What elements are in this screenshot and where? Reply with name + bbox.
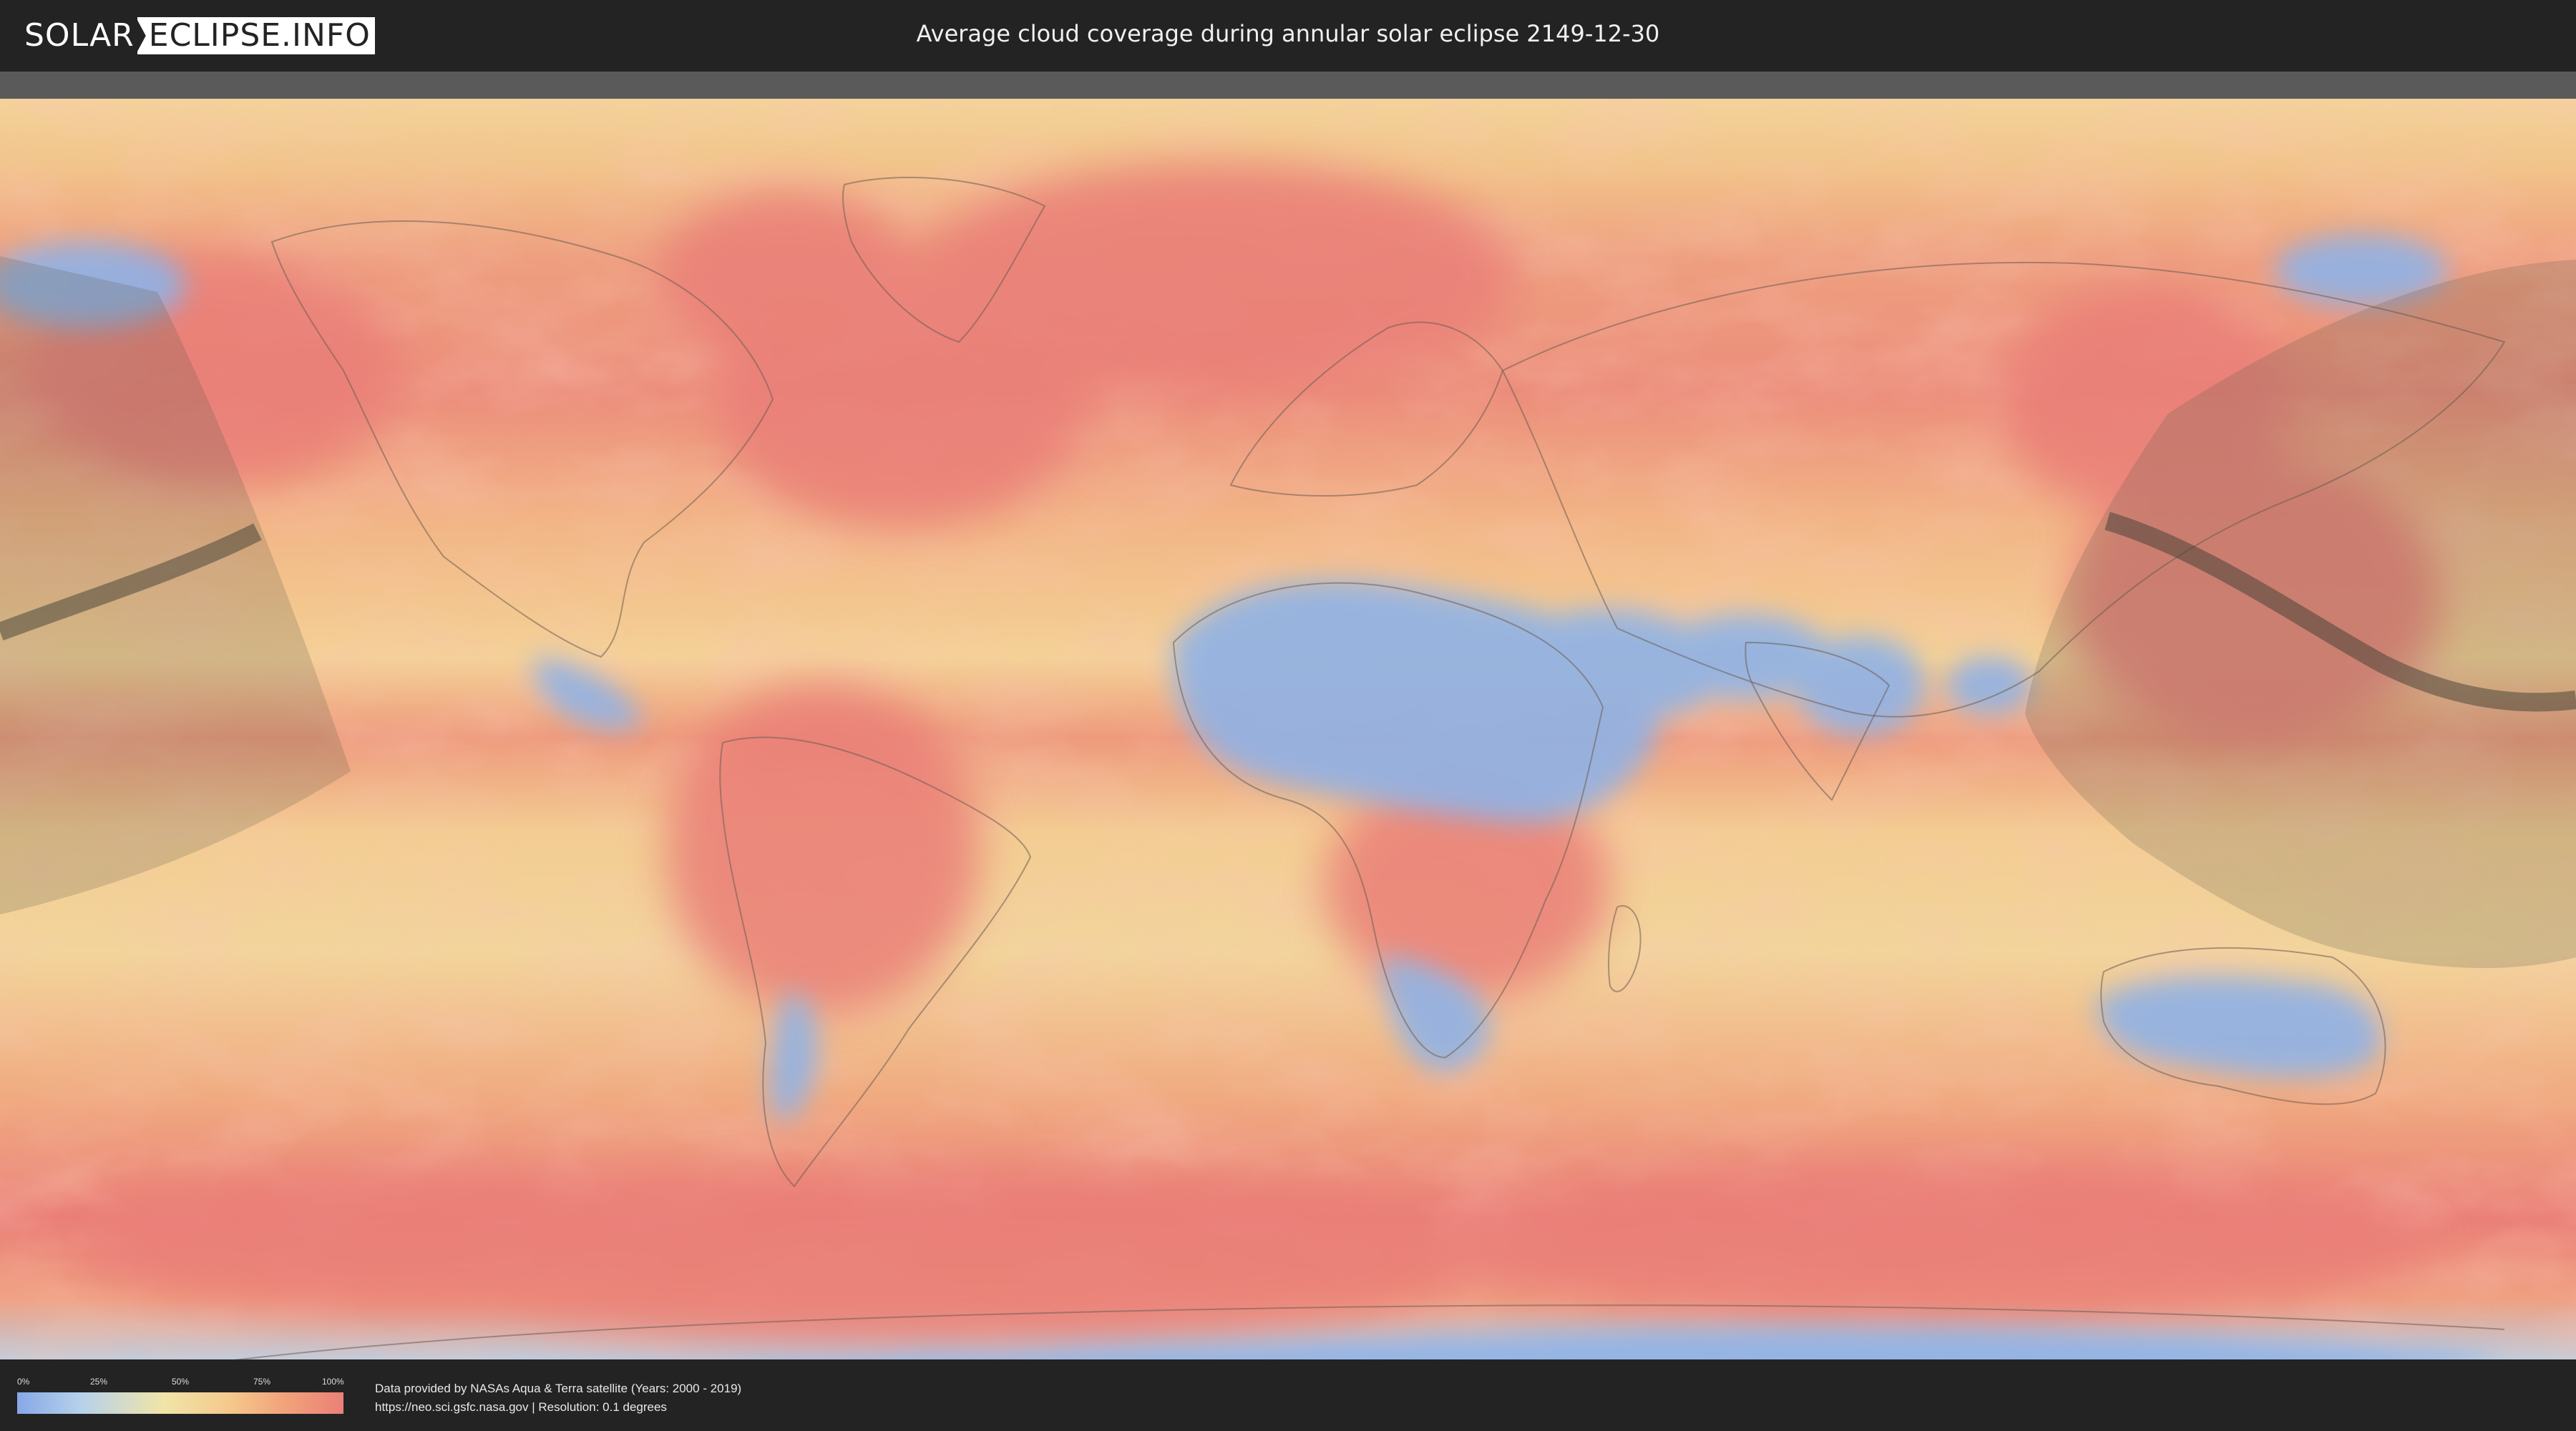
legend-tick-25: 25%: [90, 1377, 108, 1387]
data-attribution: Data provided by NASAs Aqua & Terra sate…: [375, 1379, 741, 1417]
footer-bar: 0% 25% 50% 75% 100% Data provided by NAS…: [0, 1359, 2576, 1431]
cloud-coverage-map[interactable]: [0, 99, 2576, 1431]
map-frame: [0, 72, 2576, 1431]
legend-tick-0: 0%: [17, 1377, 30, 1387]
cloud-coverage-legend: 0% 25% 50% 75% 100%: [17, 1377, 344, 1415]
attribution-source: Data provided by NASAs Aqua & Terra sate…: [375, 1382, 742, 1395]
page-title: Average cloud coverage during annular so…: [916, 20, 1660, 47]
legend-tick-75: 75%: [253, 1377, 271, 1387]
legend-tick-100: 100%: [322, 1377, 344, 1387]
header-bar: SOLAR ECLIPSE.INFO Average cloud coverag…: [0, 0, 2576, 72]
attribution-link[interactable]: https://neo.sci.gsfc.nasa.gov | Resoluti…: [375, 1398, 741, 1417]
legend-color-bar: [17, 1392, 343, 1414]
legend-tick-50: 50%: [172, 1377, 190, 1387]
